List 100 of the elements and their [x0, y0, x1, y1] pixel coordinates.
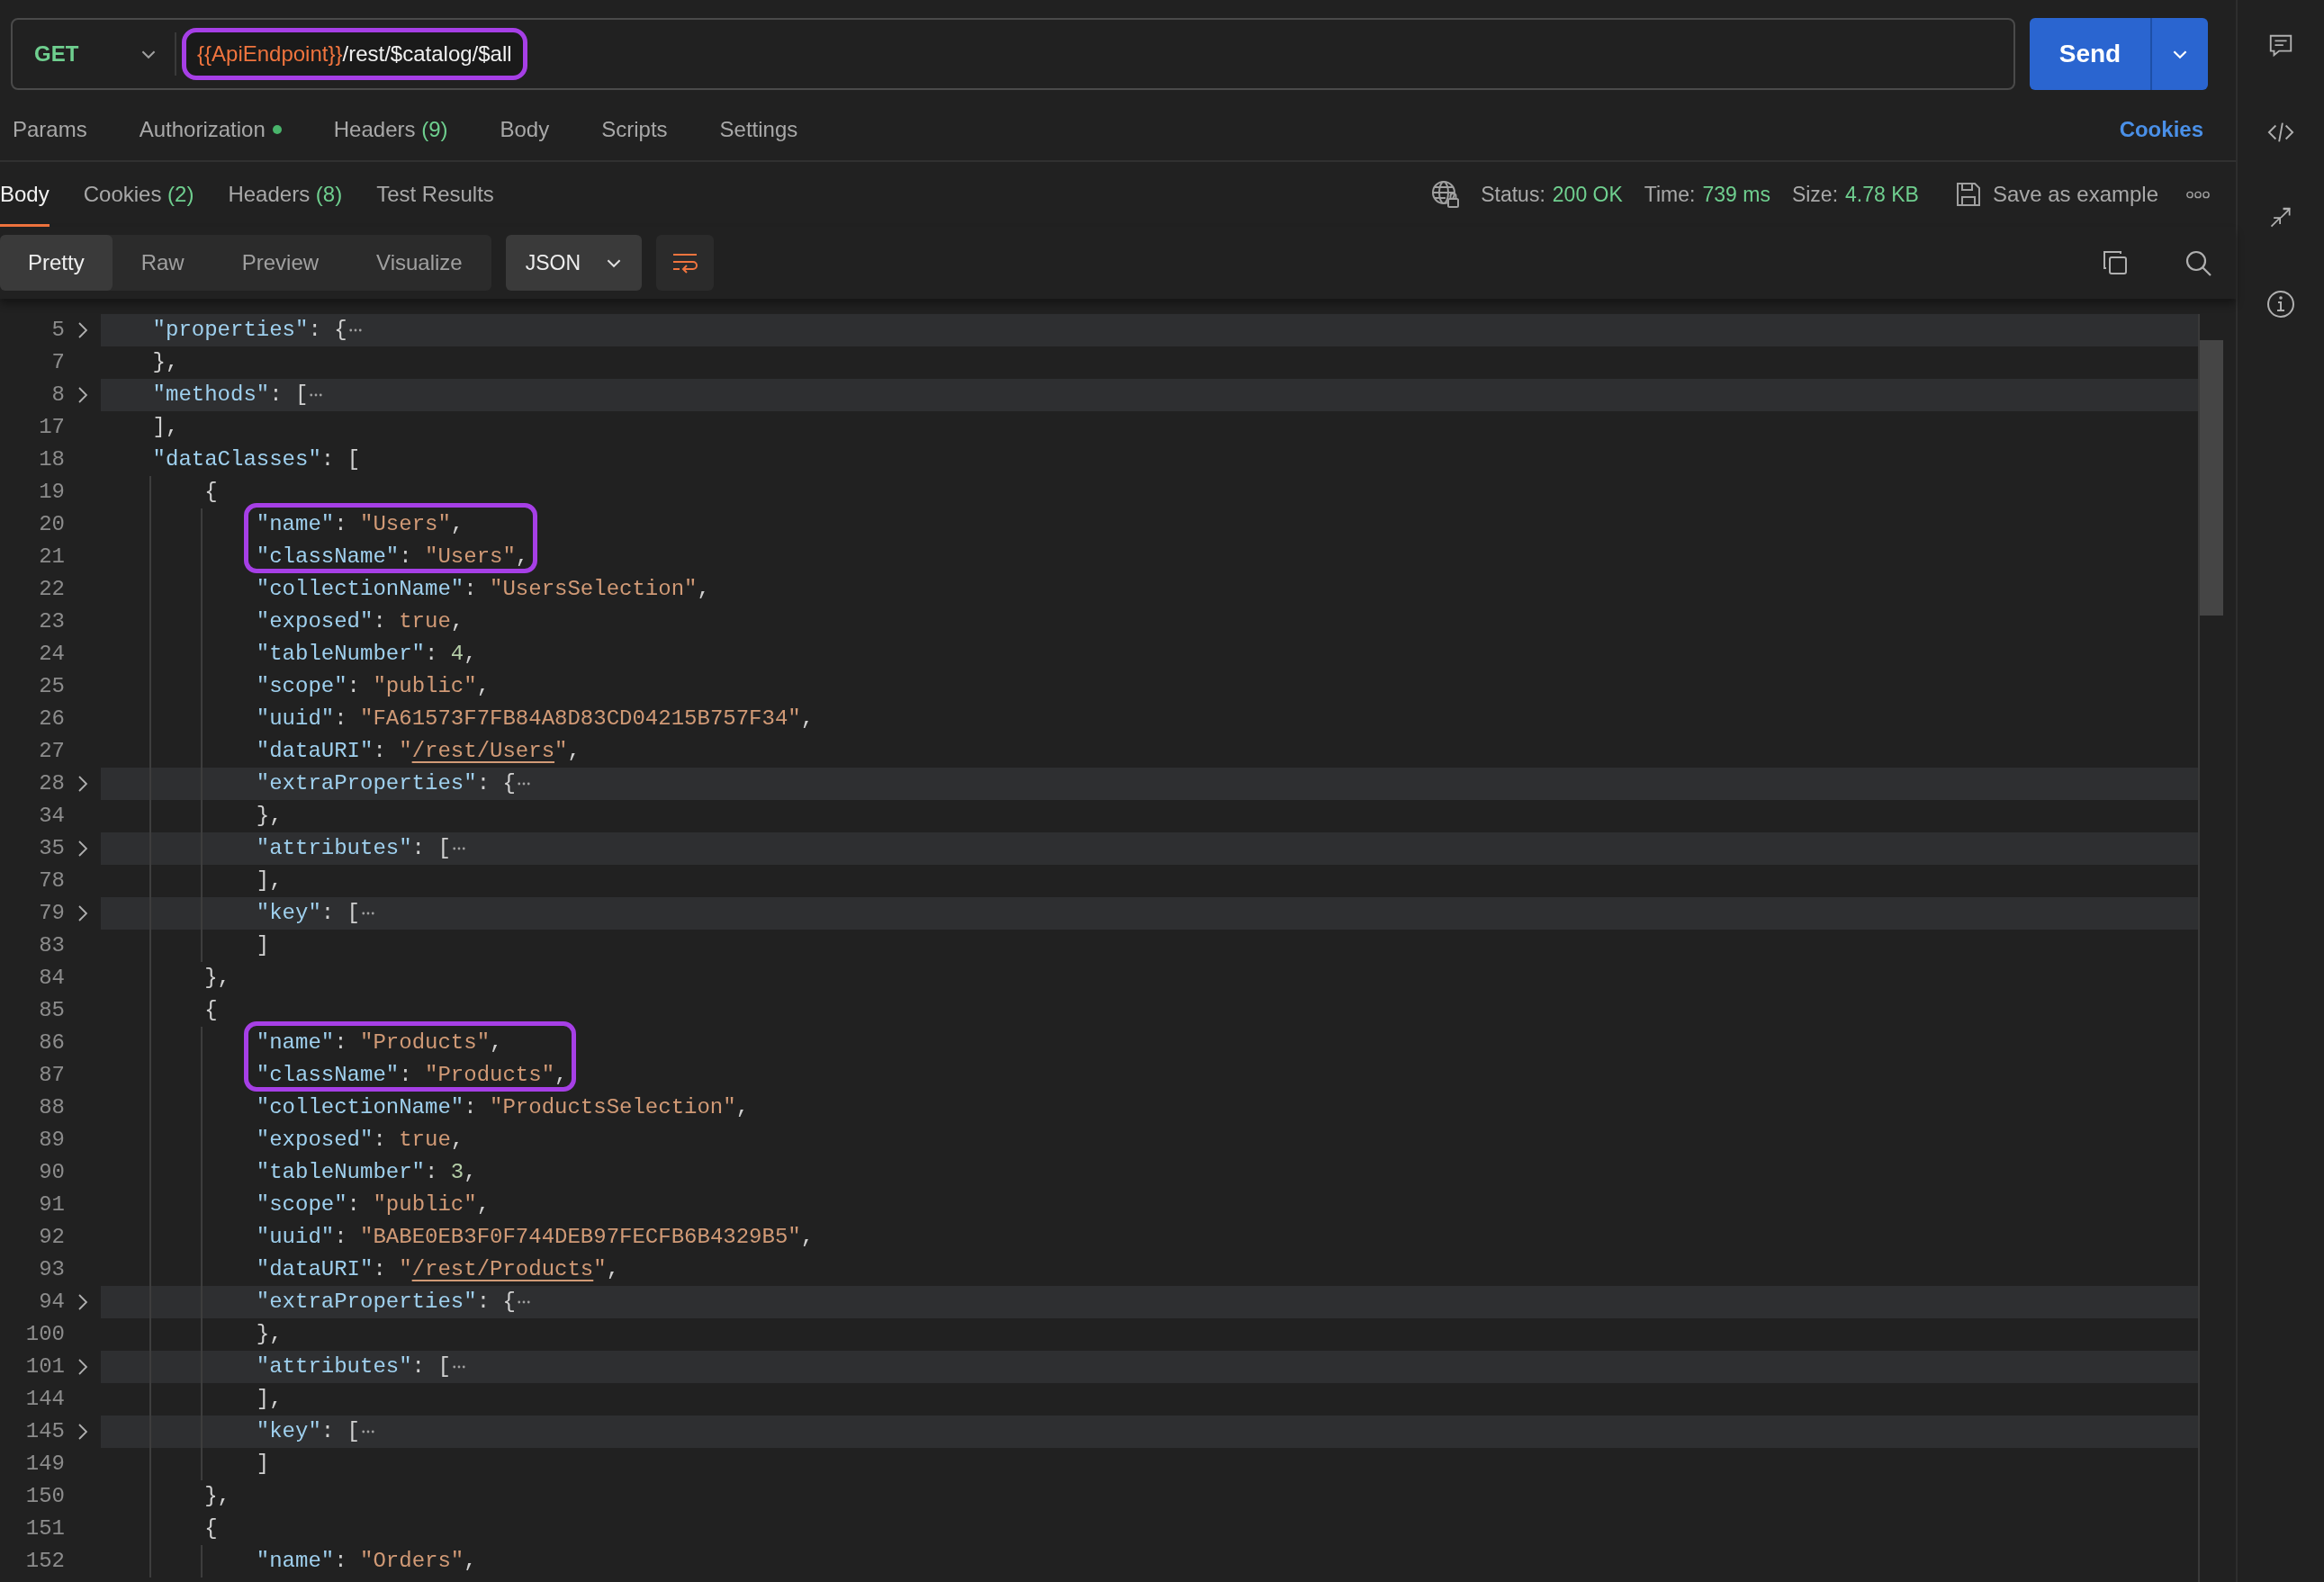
view-mode-tab[interactable]: Pretty [0, 235, 113, 291]
response-tab[interactable]: Cookies (2) [83, 162, 194, 227]
line-number: 94 [38, 1289, 65, 1316]
view-mode-tab[interactable]: Raw [112, 235, 213, 291]
code-line: "dataClasses": [ [152, 446, 361, 473]
ellipsis-icon[interactable] [310, 393, 323, 397]
line-number: 85 [38, 997, 65, 1024]
meta-value: 200 OK [1552, 182, 1623, 207]
response-tab[interactable]: Test Results [376, 162, 494, 227]
line-number: 20 [38, 511, 65, 538]
more-icon[interactable] [2185, 190, 2211, 199]
request-tab[interactable]: Headers (9) [333, 117, 448, 142]
code-line: "collectionName": "ProductsSelection", [256, 1094, 750, 1121]
line-number: 91 [38, 1191, 65, 1218]
meta-label: Time: [1644, 182, 1696, 207]
line-number: 78 [38, 867, 65, 894]
code-line: ] [256, 932, 270, 959]
cookies-link[interactable]: Cookies [2119, 117, 2203, 142]
ellipsis-icon[interactable] [362, 1430, 374, 1434]
chevron-icon[interactable] [77, 1293, 88, 1311]
code-line: }, [204, 1483, 230, 1510]
send-button[interactable]: Send [2030, 18, 2150, 90]
view-mode-tab[interactable]: Visualize [347, 235, 491, 291]
chevron-icon[interactable] [77, 1358, 88, 1376]
chevron-icon[interactable] [77, 775, 88, 793]
scrollbar-thumb[interactable] [2200, 340, 2223, 616]
line-number: 84 [38, 965, 65, 992]
code-line: "className": "Users", [256, 544, 529, 571]
save-example-button[interactable]: Save as example [1954, 181, 2158, 208]
caret-icon [140, 49, 157, 59]
code-line: ] [256, 1451, 270, 1478]
ellipsis-icon[interactable] [348, 328, 362, 332]
chevron-icon[interactable] [77, 386, 88, 404]
line-number: 145 [24, 1418, 65, 1445]
response-tab[interactable]: Headers (8) [228, 162, 343, 227]
ellipsis-icon[interactable] [517, 782, 530, 786]
line-number: 152 [24, 1548, 65, 1575]
code-line: { [204, 997, 218, 1024]
line-number: 83 [38, 932, 65, 959]
code-line: "name": "Products", [256, 1029, 503, 1056]
code-line: { [204, 1515, 218, 1542]
info-icon[interactable] [2266, 290, 2295, 319]
code-line: "attributes": [ [256, 1353, 451, 1380]
comment-icon[interactable] [2267, 32, 2294, 59]
ellipsis-icon[interactable] [452, 847, 465, 850]
request-tab[interactable]: Authorization [139, 117, 282, 142]
search-icon[interactable] [2184, 248, 2212, 277]
line-number: 93 [38, 1256, 65, 1283]
code-line: "collectionName": "UsersSelection", [256, 576, 710, 603]
ellipsis-icon[interactable] [362, 912, 374, 915]
code-text: "dataURI": " [256, 1256, 412, 1283]
globe-lock-icon[interactable] [1430, 179, 1462, 210]
view-mode-tab[interactable]: Preview [212, 235, 348, 291]
line-number: 23 [38, 608, 65, 635]
chevron-icon[interactable] [77, 1423, 88, 1441]
request-tab[interactable]: Body [500, 117, 550, 142]
response-tab[interactable]: Body [0, 162, 50, 227]
line-number: 90 [38, 1159, 65, 1186]
chevron-icon[interactable] [77, 840, 88, 858]
line-number: 7 [50, 349, 65, 376]
request-tab[interactable]: Params [13, 117, 87, 142]
url-field[interactable]: {{ApiEndpoint}}/rest/$catalog/$all [182, 20, 2013, 88]
format-dropdown[interactable]: JSON [505, 235, 643, 291]
code-line: "methods": [ [152, 382, 309, 409]
line-number: 151 [24, 1515, 65, 1542]
code-line: { [204, 479, 218, 506]
code-line: "exposed": true, [256, 608, 464, 635]
line-number: 87 [38, 1062, 65, 1089]
line-number: 101 [24, 1353, 65, 1380]
code-line: ], [256, 867, 283, 894]
line-number: 86 [38, 1029, 65, 1056]
line-number: 21 [38, 544, 65, 571]
chevron-icon[interactable] [77, 904, 88, 922]
line-number: 17 [38, 414, 65, 441]
code-line: "key": [ [256, 900, 360, 927]
chevron-icon[interactable] [77, 321, 88, 339]
code-line: }, [256, 1321, 283, 1348]
wrap-lines-button[interactable] [656, 235, 715, 291]
caret-icon [606, 257, 623, 268]
code-text: ", [593, 1256, 620, 1283]
line-number: 19 [38, 479, 65, 506]
url-link[interactable]: /rest/Products [411, 1256, 594, 1283]
ellipsis-icon[interactable] [517, 1300, 530, 1304]
code-line: "tableNumber": 3, [256, 1159, 477, 1186]
line-number: 26 [38, 706, 65, 733]
line-number: 35 [38, 835, 65, 862]
meta-value: 739 ms [1702, 182, 1770, 207]
line-number: 27 [38, 738, 65, 765]
line-number: 24 [38, 641, 65, 668]
code-line: "name": "Orders", [256, 1548, 477, 1575]
ellipsis-icon[interactable] [452, 1365, 465, 1369]
request-tab[interactable]: Scripts [601, 117, 668, 142]
code-line: ], [256, 1386, 283, 1413]
request-tab[interactable]: Settings [719, 117, 798, 142]
url-link[interactable]: /rest/Users [411, 738, 555, 765]
line-number: 25 [38, 673, 65, 700]
line-number: 88 [38, 1094, 65, 1121]
line-number: 92 [38, 1224, 65, 1251]
copy-icon[interactable] [2101, 248, 2130, 277]
method-dropdown[interactable]: GET [13, 20, 175, 88]
